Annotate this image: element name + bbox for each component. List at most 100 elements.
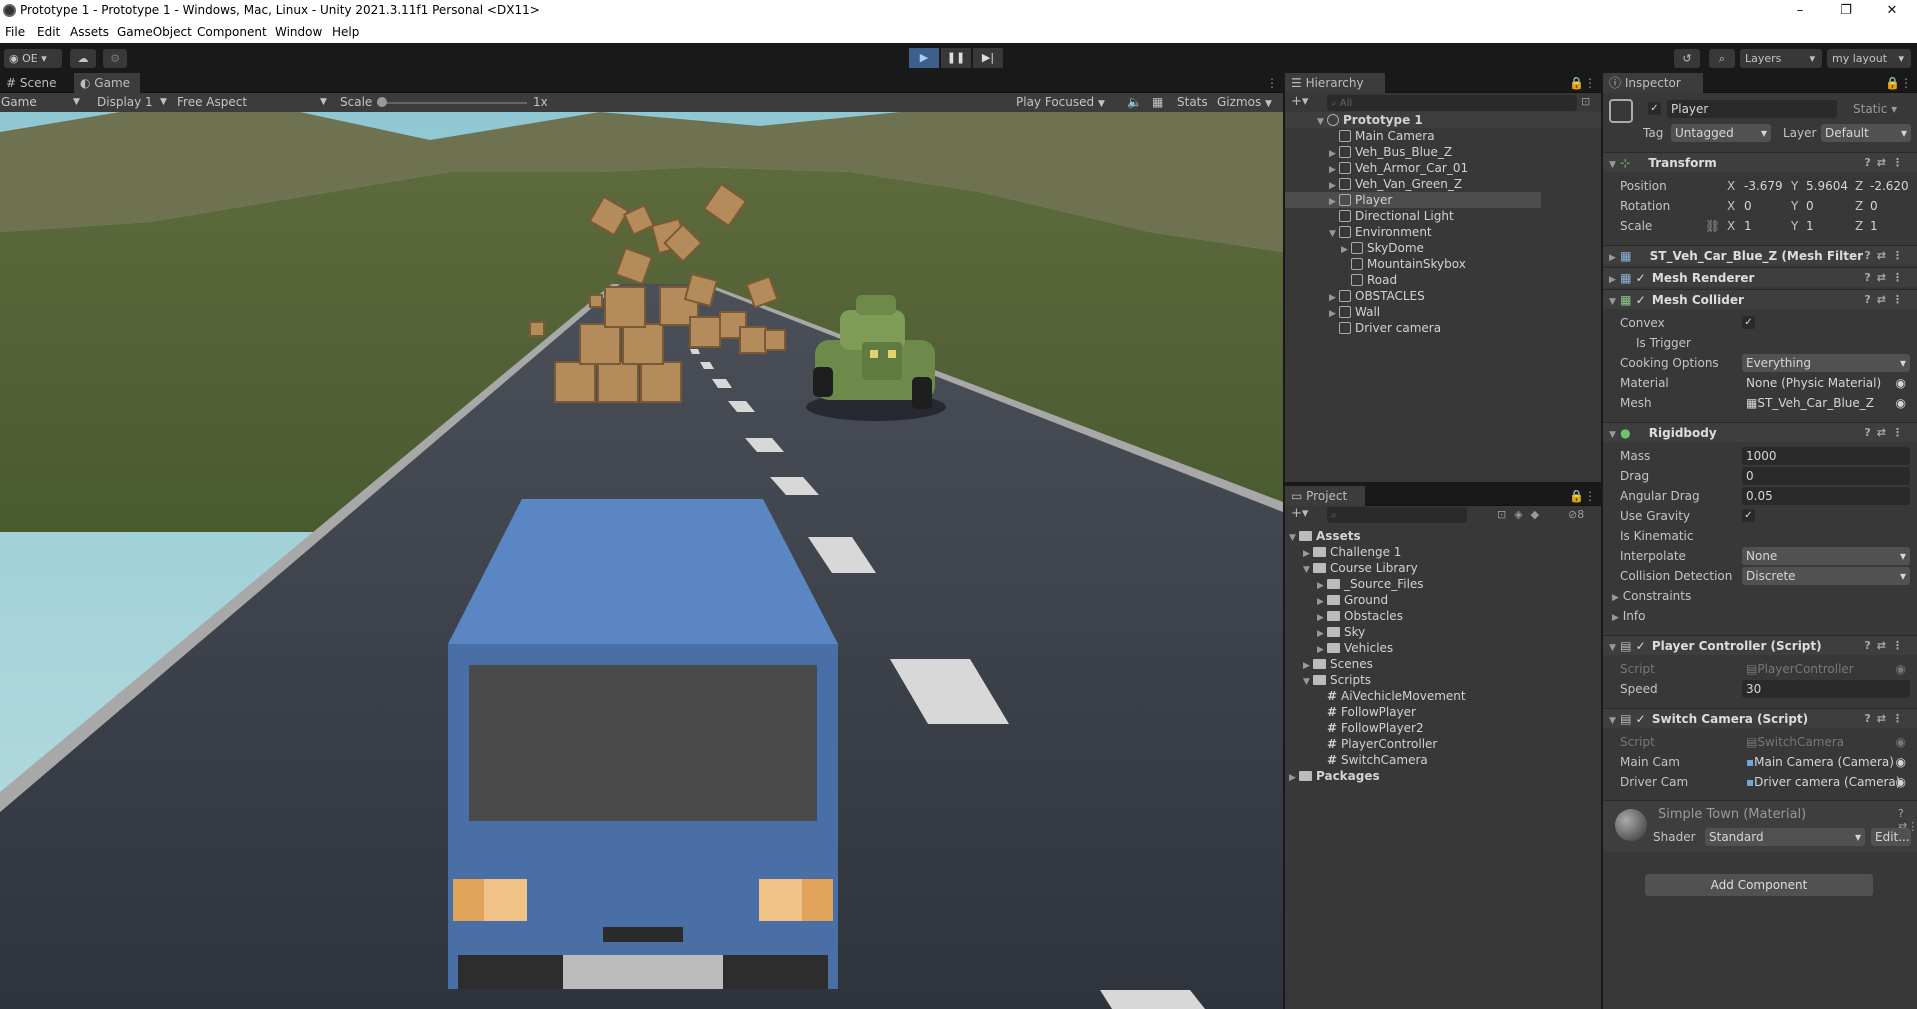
is-trigger-checkbox[interactable]: [1742, 336, 1755, 349]
tab-menu-icon[interactable]: ⋮: [1260, 73, 1280, 93]
project-folder-item[interactable]: ▼ Course Library: [1285, 560, 1601, 576]
project-script-item[interactable]: # FollowPlayer: [1285, 704, 1601, 720]
hierarchy-item[interactable]: ▶ SkyDome: [1285, 240, 1541, 256]
hierarchy-lock-icon[interactable]: 🔒⋮: [1563, 73, 1597, 93]
shader-edit-button[interactable]: Edit...: [1871, 828, 1911, 846]
project-folder-item[interactable]: ▶ _Source_Files: [1285, 576, 1601, 592]
layer-dropdown[interactable]: Default ▾: [1821, 124, 1911, 142]
project-folder-item[interactable]: ▶ Vehicles: [1285, 640, 1601, 656]
project-folder-item[interactable]: ▶ Scenes: [1285, 656, 1601, 672]
mesh-renderer-header[interactable]: ▶ ▦ ✓ Mesh Renderer ?⇄⋮: [1603, 267, 1917, 287]
rotation-x[interactable]: 0: [1744, 199, 1752, 213]
scale-z[interactable]: 1: [1870, 219, 1878, 233]
step-button[interactable]: ▶|: [973, 48, 1003, 68]
menu-assets[interactable]: Assets: [70, 25, 109, 39]
project-folder-item[interactable]: ▼ Scripts: [1285, 672, 1601, 688]
menu-window[interactable]: Window: [275, 25, 322, 39]
tag-dropdown[interactable]: Untagged ▾: [1671, 124, 1771, 142]
mesh-filter-header[interactable]: ▶ ▦ ST_Veh_Car_Blue_Z (Mesh Filter ?⇄⋮: [1603, 245, 1917, 265]
interpolate-dropdown[interactable]: None ▾: [1742, 547, 1910, 565]
scale-slider[interactable]: [377, 102, 527, 104]
tab-inspector[interactable]: ⓘ Inspector: [1603, 73, 1703, 93]
position-y[interactable]: 5.9604: [1806, 179, 1848, 193]
is-kinematic-checkbox[interactable]: [1742, 529, 1755, 542]
close-button[interactable]: ✕: [1869, 0, 1915, 22]
object-name-field[interactable]: Player: [1667, 100, 1837, 118]
tab-game[interactable]: ◐ Game: [74, 73, 140, 93]
project-folder-item[interactable]: ▶ Ground: [1285, 592, 1601, 608]
shortcuts-icon[interactable]: ▦: [1152, 93, 1163, 112]
play-button[interactable]: ▶: [909, 48, 939, 68]
hierarchy-item[interactable]: ▶ Veh_Armor_Car_01: [1285, 160, 1541, 176]
game-viewport[interactable]: [0, 112, 1283, 1009]
static-toggle[interactable]: Static ▾: [1853, 102, 1897, 116]
layers-dropdown[interactable]: Layers ▾: [1740, 49, 1822, 68]
mute-audio-icon[interactable]: 🔈: [1127, 93, 1142, 112]
scale-y[interactable]: 1: [1806, 219, 1814, 233]
project-search-input[interactable]: ⌕: [1327, 507, 1467, 523]
search-icon[interactable]: ⌕: [1709, 49, 1735, 68]
rotation-y[interactable]: 0: [1806, 199, 1814, 213]
constraints-foldout[interactable]: ▶ Constraints: [1612, 589, 1691, 603]
material-field[interactable]: None (Physic Material) ◉: [1742, 374, 1910, 392]
history-icon[interactable]: ↺: [1674, 49, 1700, 68]
play-focused-dropdown[interactable]: Play Focused ▼: [1016, 93, 1105, 114]
foldout-arrow-icon[interactable]: ▶: [1289, 770, 1299, 786]
hierarchy-item[interactable]: Main Camera: [1285, 128, 1541, 144]
layout-dropdown[interactable]: my layout ▾: [1827, 49, 1911, 68]
scale-slider-handle[interactable]: [377, 97, 387, 107]
collab-icon[interactable]: ⚙: [103, 49, 127, 68]
menu-help[interactable]: Help: [332, 25, 359, 39]
cloud-icon[interactable]: ☁: [70, 49, 96, 68]
inspector-lock-icon[interactable]: 🔒⋮: [1879, 73, 1913, 93]
cooking-options-dropdown[interactable]: Everything ▾: [1742, 354, 1910, 372]
stats-button[interactable]: Stats: [1177, 93, 1208, 112]
player-controller-header[interactable]: ▼ ▤ ✓ Player Controller (Script) ?⇄⋮: [1603, 635, 1917, 655]
gizmos-dropdown[interactable]: Gizmos ▼: [1217, 93, 1272, 114]
scale-x[interactable]: 1: [1744, 219, 1752, 233]
project-lock-icon[interactable]: 🔒⋮: [1563, 486, 1597, 506]
collision-detection-dropdown[interactable]: Discrete ▾: [1742, 567, 1910, 585]
project-script-item[interactable]: # SwitchCamera: [1285, 752, 1601, 768]
rigidbody-header[interactable]: ▼ ● Rigidbody ?⇄⋮: [1603, 422, 1917, 442]
project-folder-item[interactable]: ▶ Packages: [1285, 768, 1601, 784]
project-script-item[interactable]: # PlayerController: [1285, 736, 1601, 752]
aspect-dropdown[interactable]: Free Aspect: [177, 93, 247, 112]
hierarchy-item[interactable]: Directional Light: [1285, 208, 1541, 224]
active-checkbox[interactable]: ✓: [1648, 102, 1661, 115]
hierarchy-item[interactable]: ▶ Veh_Van_Green_Z: [1285, 176, 1541, 192]
main-cam-field[interactable]: ▪Main Camera (Camera) ◉: [1742, 753, 1910, 771]
project-script-item[interactable]: # FollowPlayer2: [1285, 720, 1601, 736]
tab-project[interactable]: ▭ Project: [1285, 486, 1365, 506]
info-foldout[interactable]: ▶ Info: [1612, 609, 1645, 623]
hierarchy-item[interactable]: ▶ Player: [1285, 192, 1541, 208]
tab-scene[interactable]: # Scene: [0, 73, 72, 93]
scene-row[interactable]: ▼ Prototype 1: [1285, 112, 1601, 128]
menu-component[interactable]: Component: [197, 25, 267, 39]
hierarchy-item[interactable]: ▶ OBSTACLES: [1285, 288, 1541, 304]
mass-field[interactable]: 1000: [1742, 447, 1910, 465]
project-filter-icons[interactable]: ⊡◈◆: [1497, 508, 1547, 521]
minimize-button[interactable]: –: [1777, 0, 1823, 22]
mesh-collider-header[interactable]: ▼ ▦ ✓ Mesh Collider ?⇄⋮: [1603, 289, 1917, 309]
project-folder-item[interactable]: ▶ Challenge 1: [1285, 544, 1601, 560]
maximize-button[interactable]: ❐: [1823, 0, 1869, 22]
drag-field[interactable]: 0: [1742, 467, 1910, 485]
position-x[interactable]: -3.679: [1744, 179, 1783, 193]
mesh-field[interactable]: ▦ST_Veh_Car_Blue_Z ◉: [1742, 394, 1910, 412]
hierarchy-item[interactable]: Road: [1285, 272, 1541, 288]
use-gravity-checkbox[interactable]: ✓: [1742, 509, 1755, 522]
game-mode-dropdown[interactable]: Game: [1, 93, 37, 112]
switch-camera-header[interactable]: ▼ ▤ ✓ Switch Camera (Script) ?⇄⋮: [1603, 708, 1917, 728]
shader-dropdown[interactable]: Standard ▾: [1705, 828, 1865, 846]
hierarchy-search-input[interactable]: ⌕ All: [1327, 95, 1577, 111]
account-dropdown[interactable]: ◉ OE ▾: [4, 49, 62, 68]
project-folder-item[interactable]: ▶ Sky: [1285, 624, 1601, 640]
speed-field[interactable]: 30: [1742, 680, 1910, 698]
hierarchy-item[interactable]: MountainSkybox: [1285, 256, 1541, 272]
project-add-icon[interactable]: +▾: [1291, 506, 1308, 521]
display-dropdown[interactable]: Display 1: [97, 93, 153, 112]
project-script-item[interactable]: # AiVechicleMovement: [1285, 688, 1601, 704]
hierarchy-item[interactable]: Driver camera: [1285, 320, 1541, 336]
hierarchy-item[interactable]: ▶ Veh_Bus_Blue_Z: [1285, 144, 1541, 160]
